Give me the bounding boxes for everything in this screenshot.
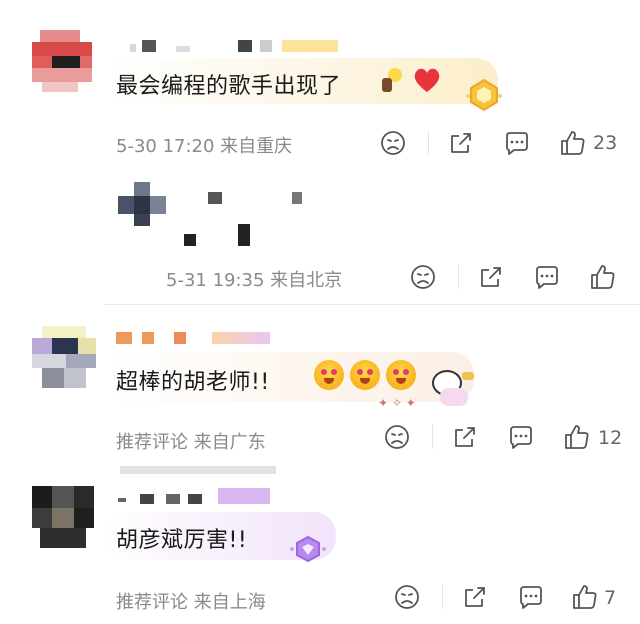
purple-badge-icon: [288, 534, 328, 564]
pochacco-sticker: [420, 368, 478, 410]
like-count: 12: [598, 427, 623, 449]
username-placeholder[interactable]: [130, 40, 340, 54]
separator: [432, 425, 433, 449]
comment-meta: 5-31 19:35 来自北京: [166, 270, 343, 291]
avatar[interactable]: [32, 30, 92, 92]
username-placeholder[interactable]: [116, 488, 276, 504]
comment-bubble-icon[interactable]: [502, 128, 532, 158]
sad-face-icon[interactable]: [378, 128, 408, 158]
lightbulb-sticker: [380, 66, 404, 96]
like-count: 7: [604, 587, 617, 609]
heart-icon: [412, 66, 442, 94]
share-icon[interactable]: [446, 128, 476, 158]
comment-bubble-icon[interactable]: [516, 582, 546, 612]
username-placeholder[interactable]: [180, 190, 320, 250]
crying-emoji-icon: [314, 360, 344, 390]
comment-text: 最会编程的歌手出现了: [116, 74, 342, 99]
comment-meta: 5-30 17:20 来自重庆: [116, 136, 293, 157]
comment-bubble-icon[interactable]: [532, 262, 562, 292]
comment-text: 胡彦斌厉害!!: [116, 528, 248, 553]
divider: [104, 304, 640, 305]
thumbs-up-icon[interactable]: [588, 262, 618, 292]
separator: [458, 265, 459, 289]
thumbs-up-icon[interactable]: [562, 422, 592, 452]
comment-meta: 推荐评论 来自广东: [116, 432, 266, 453]
comment-meta: 推荐评论 来自上海: [116, 592, 266, 613]
thumbs-up-icon[interactable]: [558, 128, 588, 158]
share-icon[interactable]: [460, 582, 490, 612]
crying-emoji-icon: [386, 360, 416, 390]
comment-bubble-icon[interactable]: [506, 422, 536, 452]
like-count: 23: [593, 132, 618, 154]
fan-badge-icon: [464, 78, 504, 112]
avatar[interactable]: [32, 326, 96, 388]
username-placeholder[interactable]: [116, 332, 276, 346]
divider: [120, 466, 276, 474]
share-icon[interactable]: [450, 422, 480, 452]
avatar[interactable]: [118, 182, 166, 228]
thumbs-up-icon[interactable]: [570, 582, 600, 612]
sad-face-icon[interactable]: [382, 422, 412, 452]
sad-face-icon[interactable]: [408, 262, 438, 292]
crying-emoji-icon: [350, 360, 380, 390]
separator: [442, 585, 443, 609]
avatar[interactable]: [32, 486, 94, 548]
comment-text: 超棒的胡老师!!: [116, 370, 270, 395]
share-icon[interactable]: [476, 262, 506, 292]
separator: [428, 131, 429, 155]
sad-face-icon[interactable]: [392, 582, 422, 612]
sparkle-decoration: ✦ ✧ ✦: [378, 396, 416, 410]
